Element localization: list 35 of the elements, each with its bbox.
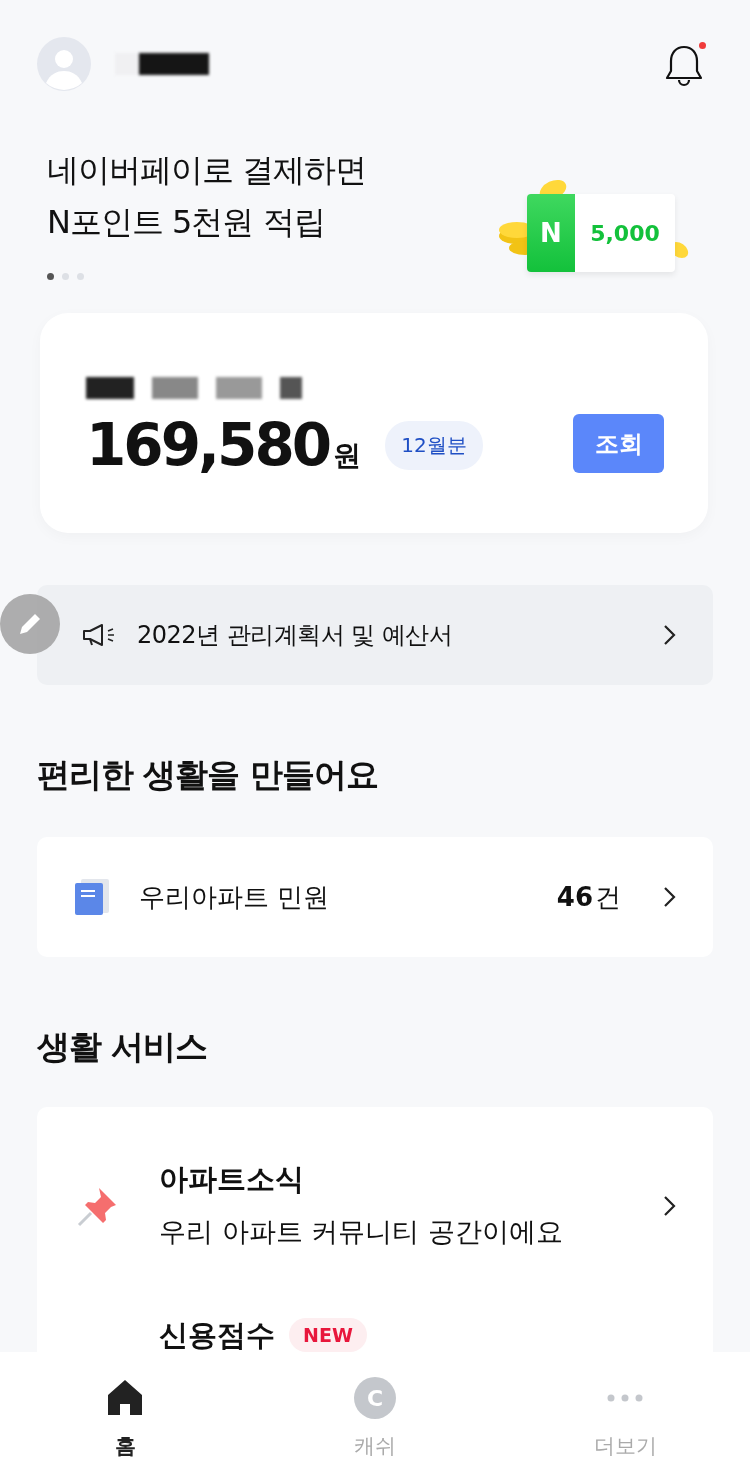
chevron-right-icon	[663, 1194, 677, 1217]
coin-icon: C	[354, 1377, 396, 1419]
edit-button[interactable]	[0, 594, 60, 654]
service-subtitle: 우리 아파트 커뮤니티 공간이에요	[159, 1215, 564, 1249]
service-title: 아파트소식	[159, 1161, 304, 1198]
chevron-right-icon	[663, 886, 677, 908]
section-title: 생활 서비스	[37, 1027, 209, 1067]
more-icon	[607, 1394, 643, 1402]
nav-label: 캐쉬	[354, 1433, 396, 1460]
notice-text: 2022년 관리계획서 및 예산서	[137, 620, 454, 651]
currency-unit: 원	[333, 438, 362, 474]
period-tag: 12월분	[385, 420, 483, 470]
nav-label: 더보기	[593, 1433, 657, 1460]
nav-label: 홈	[114, 1433, 136, 1460]
complaint-count: 46	[556, 881, 593, 912]
new-badge: NEW	[289, 1318, 367, 1352]
home-icon	[107, 1379, 143, 1417]
count-unit: 건	[595, 880, 621, 914]
page-dot[interactable]	[62, 273, 69, 280]
chevron-right-icon	[663, 624, 677, 646]
points-amount: 5,000	[590, 220, 660, 246]
megaphone-icon	[81, 623, 117, 647]
service-title: 신용점수	[159, 1318, 275, 1352]
document-icon	[73, 877, 111, 917]
avatar-icon[interactable]	[37, 37, 91, 91]
complaint-label: 우리아파트 민원	[139, 880, 331, 914]
bill-amount: 169,580	[86, 411, 330, 479]
page-dot[interactable]	[77, 273, 84, 280]
nav-tab[interactable]: 홈	[0, 1352, 250, 1469]
promo-text[interactable]: 네이버페이로 결제하면 N포인트 5천원 적립	[47, 144, 367, 248]
notification-button[interactable]	[664, 40, 706, 88]
section-title: 편리한 생활을 만들어요	[37, 755, 379, 795]
n-logo: N	[527, 194, 575, 272]
notice-banner[interactable]: 2022년 관리계획서 및 예산서	[37, 585, 713, 685]
page-dot[interactable]	[47, 273, 54, 280]
